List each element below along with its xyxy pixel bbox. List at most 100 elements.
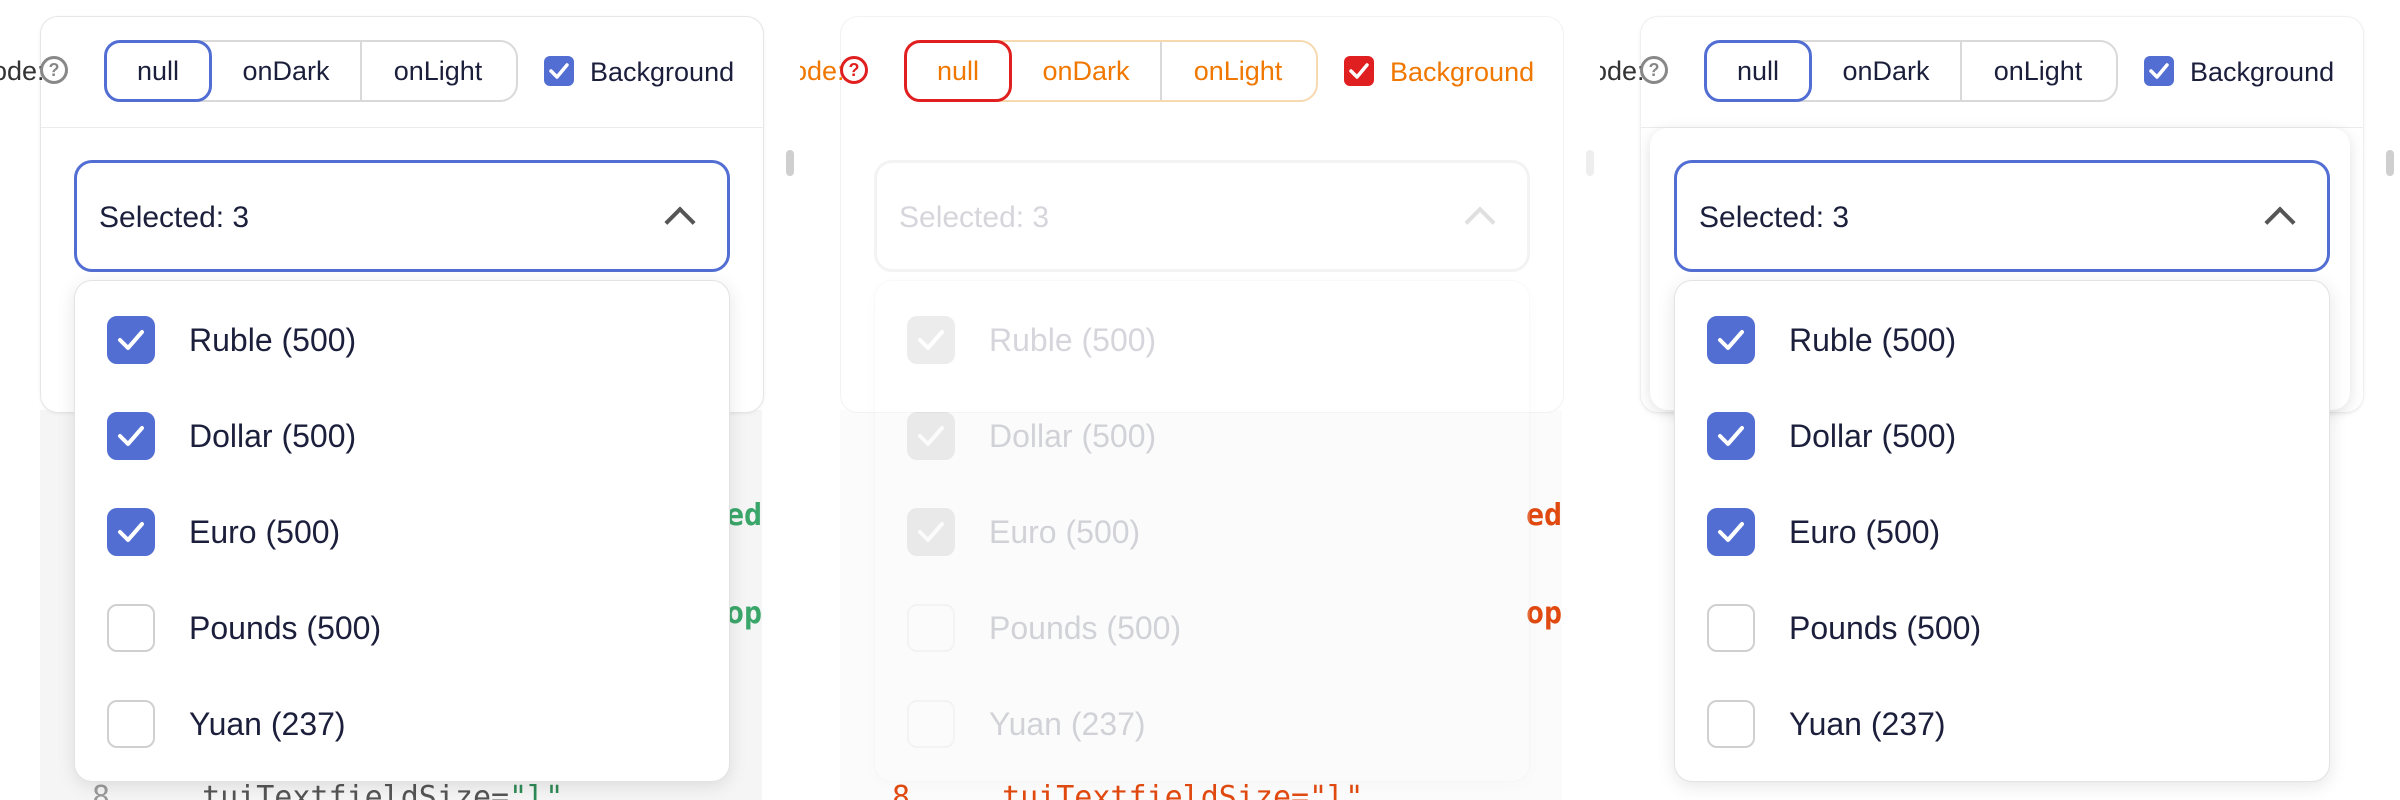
option-checkbox[interactable] [107, 316, 155, 364]
question-circle-icon[interactable]: ? [40, 56, 68, 84]
mode-label: ode: [0, 56, 45, 86]
mode-segmented-control: null onDark onLight [904, 40, 1318, 102]
option-ruble[interactable]: Ruble (500) [1707, 315, 1956, 365]
option-label: Yuan (237) [189, 705, 346, 742]
question-circle-icon[interactable]: ? [1640, 56, 1668, 84]
mode-ondark-button[interactable]: onDark [1012, 42, 1162, 100]
background-checkbox[interactable] [2144, 56, 2174, 86]
mode-ondark-button[interactable]: onDark [212, 42, 362, 100]
option-checkbox[interactable] [107, 412, 155, 460]
option-label: Pounds (500) [1789, 609, 1982, 646]
mode-onlight-button[interactable]: onLight [1962, 42, 2114, 100]
option-yuan[interactable]: Yuan (237) [1707, 699, 1946, 749]
option-label: Euro (500) [1789, 513, 1941, 550]
option-label: Euro (500) [189, 513, 341, 550]
option-label: Pounds (500) [189, 609, 382, 646]
option-dollar[interactable]: Dollar (500) [107, 411, 356, 461]
check-icon [118, 330, 144, 350]
option-checkbox[interactable] [107, 604, 155, 652]
option-checkbox[interactable] [1707, 412, 1755, 460]
option-label: Ruble (500) [189, 321, 357, 358]
option-yuan[interactable]: Yuan (237) [907, 699, 1146, 749]
option-label: Dollar (500) [189, 417, 357, 454]
check-icon [918, 426, 944, 446]
divider [41, 127, 763, 128]
check-icon [1718, 522, 1744, 542]
option-checkbox[interactable] [907, 508, 955, 556]
option-checkbox[interactable] [1707, 700, 1755, 748]
option-label: Euro (500) [989, 513, 1141, 550]
option-yuan[interactable]: Yuan (237) [107, 699, 346, 749]
multiselect-field[interactable]: Selected: 3 [74, 160, 730, 272]
check-icon [1718, 426, 1744, 446]
option-dollar[interactable]: Dollar (500) [1707, 411, 1956, 461]
options-dropdown: Ruble (500) Dollar (500) Euro (500) Poun… [74, 280, 730, 782]
multiselect-field[interactable]: Selected: 3 [874, 160, 1530, 272]
option-dollar[interactable]: Dollar (500) [907, 411, 1156, 461]
option-checkbox[interactable] [907, 316, 955, 364]
option-checkbox[interactable] [907, 604, 955, 652]
scrollbar-handle[interactable] [1586, 150, 1594, 176]
mode-onlight-button[interactable]: onLight [1162, 42, 1314, 100]
option-label: Yuan (237) [989, 705, 1146, 742]
check-icon [918, 522, 944, 542]
mode-ondark-button[interactable]: onDark [1812, 42, 1962, 100]
demo-panel-3: ode: ? null onDark onLight Background Se… [1600, 0, 2400, 800]
mode-null-button[interactable]: null [904, 40, 1012, 102]
demo-panel-diff: ed op 8tuiTextfieldSize="l" ode: ? null … [800, 0, 1600, 800]
option-ruble[interactable]: Ruble (500) [907, 315, 1156, 365]
mode-onlight-button[interactable]: onLight [362, 42, 514, 100]
option-euro[interactable]: Euro (500) [107, 507, 340, 557]
option-label: Ruble (500) [1789, 321, 1957, 358]
question-circle-icon[interactable]: ? [840, 56, 868, 84]
option-checkbox[interactable] [1707, 508, 1755, 556]
multiselect-field[interactable]: Selected: 3 [1674, 160, 2330, 272]
option-label: Ruble (500) [989, 321, 1157, 358]
option-euro[interactable]: Euro (500) [1707, 507, 1940, 557]
chevron-up-icon [2264, 206, 2296, 238]
options-dropdown: Ruble (500) Dollar (500) Euro (500) Poun… [874, 280, 1530, 782]
code-fragment: ed [1526, 498, 1563, 533]
option-checkbox[interactable] [107, 700, 155, 748]
scrollbar-handle[interactable] [2386, 150, 2394, 176]
option-pounds[interactable]: Pounds (500) [107, 603, 381, 653]
selected-count-text: Selected: 3 [1699, 201, 1850, 234]
code-fragment: op [726, 596, 763, 631]
check-icon [918, 330, 944, 350]
option-euro[interactable]: Euro (500) [907, 507, 1140, 557]
option-label: Pounds (500) [989, 609, 1182, 646]
check-icon [549, 63, 569, 79]
check-icon [118, 426, 144, 446]
check-icon [2149, 63, 2169, 79]
background-label: Background [2190, 57, 2335, 87]
demo-panel-1: ed op 8tuiTextfieldSize="l" ode: ? null … [0, 0, 800, 800]
code-fragment: op [1526, 596, 1563, 631]
background-checkbox[interactable] [544, 56, 574, 86]
chevron-up-icon [664, 206, 696, 238]
mode-null-button[interactable]: null [1704, 40, 1812, 102]
mode-null-button[interactable]: null [104, 40, 212, 102]
option-checkbox[interactable] [107, 508, 155, 556]
mode-label: ode: [1600, 56, 1645, 86]
option-checkbox[interactable] [1707, 604, 1755, 652]
option-label: Dollar (500) [1789, 417, 1957, 454]
code-line: 8 tuiTextfieldSize="l" [892, 780, 1364, 800]
code-line: 8 tuiTextfieldSize="l" [92, 780, 564, 800]
option-checkbox[interactable] [1707, 316, 1755, 364]
check-icon [118, 522, 144, 542]
mode-label: ode: [800, 56, 845, 86]
option-checkbox[interactable] [907, 412, 955, 460]
background-checkbox[interactable] [1344, 56, 1374, 86]
option-label: Dollar (500) [989, 417, 1157, 454]
option-pounds[interactable]: Pounds (500) [907, 603, 1181, 653]
option-pounds[interactable]: Pounds (500) [1707, 603, 1981, 653]
option-checkbox[interactable] [907, 700, 955, 748]
check-icon [1349, 63, 1369, 79]
options-dropdown: Ruble (500) Dollar (500) Euro (500) Poun… [1674, 280, 2330, 782]
option-ruble[interactable]: Ruble (500) [107, 315, 356, 365]
code-fragment: ed [726, 498, 763, 533]
chevron-up-icon [1464, 206, 1496, 238]
selected-count-text: Selected: 3 [99, 201, 250, 234]
scrollbar-handle[interactable] [786, 150, 794, 176]
background-label: Background [590, 57, 735, 87]
